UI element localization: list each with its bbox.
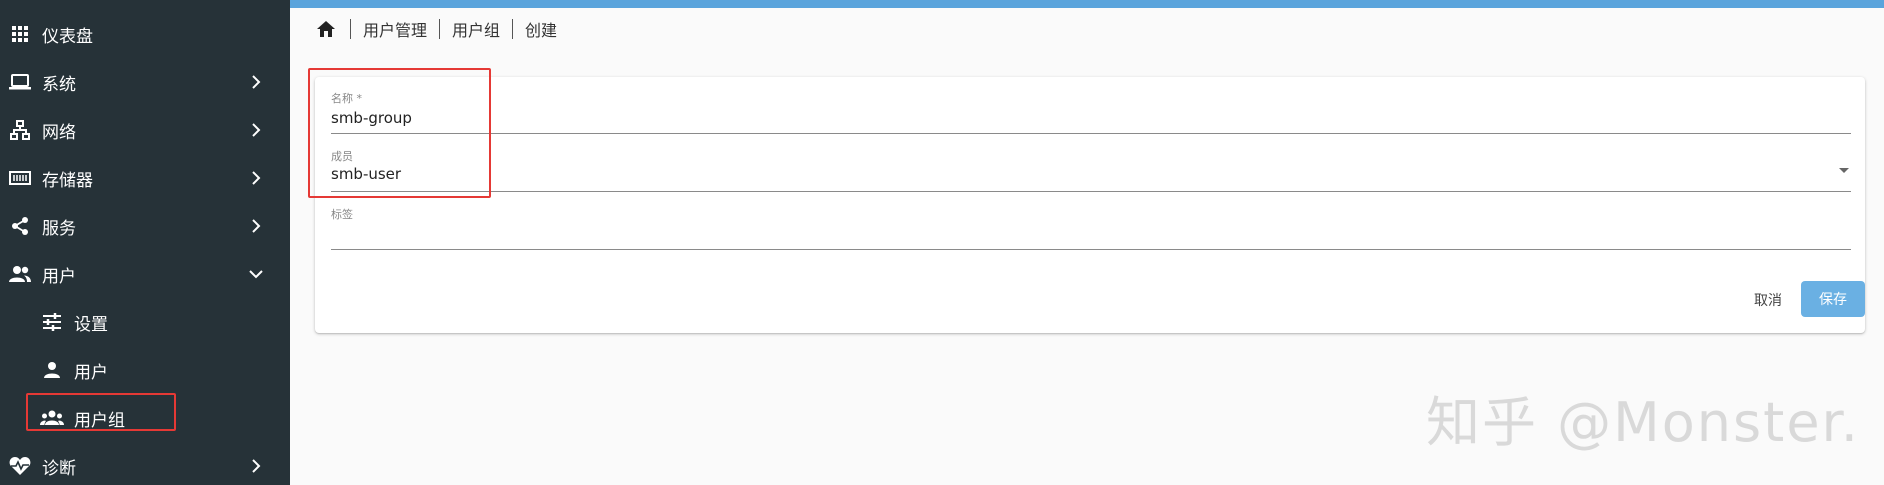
- highlight-box-user-group: [26, 393, 176, 431]
- breadcrumb: 用户管理 用户组 创建: [316, 16, 557, 42]
- sidebar-item-label: 用户: [42, 266, 76, 287]
- sidebar-item-label: 设置: [74, 314, 108, 335]
- sidebar-item-label: 网络: [42, 122, 76, 143]
- sidebar-item-diagnostics[interactable]: 诊断: [0, 442, 290, 485]
- share-icon: [8, 214, 32, 238]
- breadcrumb-separator: [512, 19, 514, 39]
- sliders-icon: [40, 310, 64, 334]
- group-create-form: 名称 * 成员 smb-user 标签 取消 保存: [315, 77, 1865, 333]
- heart-pulse-icon: [8, 454, 32, 478]
- users-icon: [8, 262, 32, 286]
- sidebar-item-label: 系统: [42, 74, 76, 95]
- members-field[interactable]: 成员 smb-user: [331, 148, 1851, 192]
- dropdown-arrow-icon[interactable]: [1839, 168, 1849, 173]
- chevron-right-icon: [248, 74, 264, 90]
- cancel-button[interactable]: 取消: [1735, 283, 1801, 317]
- save-button[interactable]: 保存: [1801, 281, 1865, 317]
- chevron-right-icon: [248, 458, 264, 474]
- tags-field[interactable]: 标签: [331, 206, 1851, 250]
- highlight-box-form-fields: [308, 68, 491, 198]
- sidebar-item-services[interactable]: 服务: [0, 202, 290, 250]
- watermark: 知乎 @Monster.: [1426, 391, 1860, 454]
- top-accent-bar: [290, 0, 1884, 8]
- chevron-right-icon: [248, 218, 264, 234]
- breadcrumb-create: 创建: [525, 21, 558, 40]
- sidebar-item-label: 服务: [42, 218, 76, 239]
- breadcrumb-user-group[interactable]: 用户组: [452, 17, 500, 41]
- tags-field-label: 标签: [331, 208, 353, 221]
- tags-input[interactable]: [331, 223, 1811, 245]
- network-icon: [8, 118, 32, 142]
- breadcrumb-separator: [350, 19, 351, 39]
- storage-icon: [8, 166, 32, 190]
- sidebar-item-dashboard[interactable]: 仪表盘: [0, 10, 290, 58]
- breadcrumb-user-management[interactable]: 用户管理: [363, 17, 427, 41]
- sidebar-item-storage[interactable]: 存储器: [0, 154, 290, 202]
- sidebar-item-user[interactable]: 用户: [0, 346, 290, 394]
- sidebar-item-label: 存储器: [42, 170, 93, 191]
- sidebar-item-system[interactable]: 系统: [0, 58, 290, 106]
- sidebar-item-label: 仪表盘: [42, 26, 93, 47]
- user-icon: [40, 358, 64, 382]
- sidebar-item-user-settings[interactable]: 设置: [0, 298, 290, 346]
- sidebar-item-users[interactable]: 用户: [0, 250, 290, 298]
- sidebar-item-label: 诊断: [42, 458, 76, 479]
- chevron-right-icon: [248, 122, 264, 138]
- members-select-value[interactable]: smb-user: [331, 165, 1811, 187]
- sidebar: 仪表盘 系统 网络 存储器 服务 用户 设置 用户 用户组 诊断: [0, 0, 290, 485]
- chevron-right-icon: [248, 170, 264, 186]
- sidebar-item-network[interactable]: 网络: [0, 106, 290, 154]
- apps-grid-icon: [8, 22, 32, 46]
- name-input[interactable]: [331, 107, 1811, 129]
- laptop-icon: [8, 70, 32, 94]
- chevron-down-icon: [248, 266, 264, 282]
- home-icon[interactable]: [316, 18, 338, 40]
- breadcrumb-separator: [439, 19, 441, 39]
- sidebar-item-label: 用户: [74, 362, 108, 383]
- name-field[interactable]: 名称 *: [331, 90, 1851, 134]
